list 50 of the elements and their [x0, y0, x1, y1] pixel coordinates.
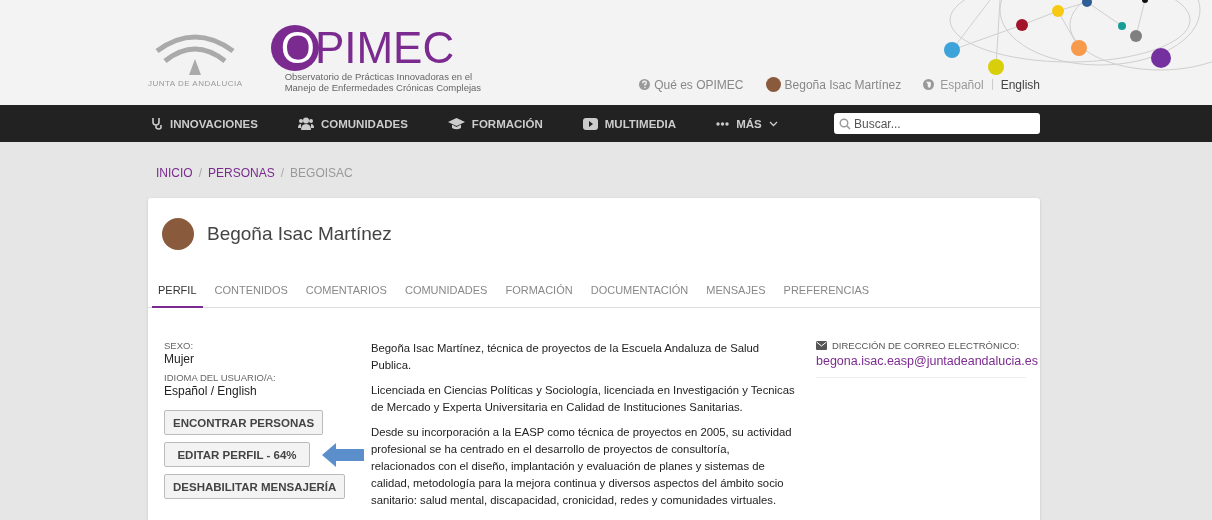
nav-item[interactable]: COMUNIDADES: [297, 117, 408, 130]
profile-tab[interactable]: PERFIL: [152, 275, 203, 308]
nav-item[interactable]: MULTIMEDIA: [582, 117, 677, 130]
avatar-icon: [162, 218, 194, 250]
action-button[interactable]: EDITAR PERFIL - 64%: [164, 442, 310, 467]
action-button[interactable]: DESHABILITAR MENSAJERÍA: [164, 474, 346, 499]
stethoscope-icon: [151, 117, 163, 130]
nav-item[interactable]: INNOVACIONES: [151, 117, 258, 130]
field-value: Mujer: [164, 352, 195, 366]
tagline-line: Observatorio de Prácticas Innovadoras en el: [284, 71, 474, 82]
arrow-icon: [322, 442, 364, 467]
tagline-line: Manejo de Enfermedades Crónicas Complejas: [284, 82, 482, 93]
profile-tab[interactable]: MENSAJES: [700, 275, 772, 308]
breadcrumb-separator: /: [198, 166, 202, 182]
profile-tab[interactable]: FORMACIÓN: [499, 275, 579, 308]
bio-paragraph: Licenciada en Ciencias Políticas y Sociología, licenciada en Investigación y Tecnicas de Mercado y Experta Universitaria en Calidad de Instituciones Sanitarias.: [371, 383, 796, 415]
dots-icon: [716, 121, 730, 126]
search-icon: [839, 118, 851, 130]
profile-tab[interactable]: PREFERENCIAS: [777, 275, 876, 308]
help-icon: [639, 79, 651, 90]
search-field[interactable]: Buscar...: [834, 113, 1040, 134]
avatar-icon: [765, 77, 781, 92]
breadcrumb-link[interactable]: PERSONAS: [208, 166, 275, 198]
nav-item[interactable]: FORMACIÓN: [447, 117, 543, 130]
email-label: DIRECCIÓN DE CORREO ELECTRÓNICO:: [832, 340, 1020, 351]
logo-caption: JUNTA DE ANDALUCIA: [148, 79, 243, 88]
email-link[interactable]: begona.isac.easp@juntadeandalucia.es: [816, 354, 1038, 368]
caret-icon: [768, 120, 778, 127]
graduation-cap-icon: [447, 117, 465, 130]
breadcrumb-separator: /: [280, 166, 285, 182]
action-button[interactable]: ENCONTRAR PERSONAS: [164, 410, 324, 435]
field-value: Español / English: [164, 384, 258, 398]
breadcrumb-link[interactable]: INICIO: [156, 166, 193, 198]
profile-tab[interactable]: CONTENIDOS: [208, 275, 294, 308]
globe-icon: [923, 79, 935, 90]
breadcrumb-current: BEGOISAC: [290, 166, 353, 182]
video-icon: [582, 117, 598, 130]
users-icon: [297, 117, 314, 130]
language-link[interactable]: English: [1000, 77, 1040, 92]
bio-paragraph: Begoña Isac Martínez, técnica de proyectos de la Escuela Andaluza de Salud Publica.: [371, 341, 761, 373]
bio-paragraph: Desde su incorporación a la EASP como técnica de proyectos en 2005, su actividad profesional se ha centrado en el desarrollo de proyectos de consultoría, relacionados con el diseño, implantación y evaluación de planes y sistemas de calidad, metodología para la mejora continua y diversos aspectos del ámbito socio sanitario: salud mental, discapacidad, cronicidad, redes y comunidades virtuales.: [371, 425, 793, 508]
profile-tab[interactable]: DOCUMENTACIÓN: [584, 275, 695, 308]
profile-tab[interactable]: COMENTARIOS: [299, 275, 393, 308]
field-label: IDIOMA DEL USUARIO/A:: [164, 372, 277, 383]
nav-item[interactable]: MÁS: [716, 117, 778, 130]
profile-name: Begoña Isac Martínez: [207, 223, 392, 245]
profile-tab[interactable]: COMUNIDADES: [398, 275, 494, 308]
envelope-icon: [816, 341, 827, 350]
field-label: SEXO:: [164, 340, 195, 351]
arches-icon: [155, 31, 236, 76]
